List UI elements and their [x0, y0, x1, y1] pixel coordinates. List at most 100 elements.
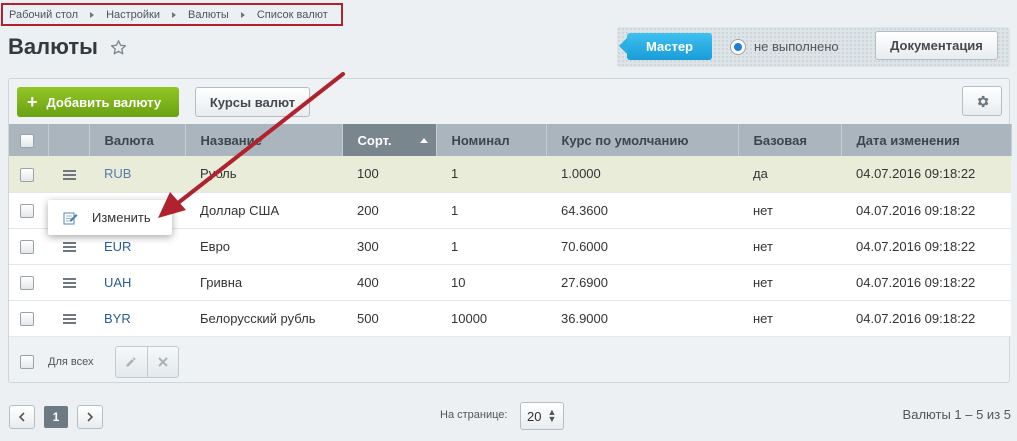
- wizard-panel: Мастер не выполнено Документация: [617, 27, 1010, 67]
- currency-rate: 27.6900: [546, 264, 738, 301]
- per-page-value: 20: [527, 408, 542, 424]
- table-header-row: Валюта Название Сорт. Номинал Курс по ум…: [9, 124, 1012, 156]
- currency-rates-button[interactable]: Курсы валют: [195, 87, 310, 117]
- breadcrumb-item-desktop[interactable]: Рабочий стол: [9, 9, 78, 21]
- currency-nominal: 10: [436, 264, 546, 301]
- currency-name: Рубль: [185, 156, 342, 193]
- close-icon: [158, 357, 168, 367]
- currency-nominal: 1: [436, 156, 546, 193]
- currency-name: Белорусский рубль: [185, 300, 342, 337]
- column-header-currency[interactable]: Валюта: [89, 124, 186, 156]
- select-all-checkbox[interactable]: [20, 133, 34, 148]
- grid-settings-button[interactable]: [962, 86, 1002, 116]
- currency-code[interactable]: BYR: [89, 300, 185, 337]
- pager-next-button[interactable]: [77, 405, 103, 429]
- row-menu-cell: [48, 300, 89, 337]
- currency-date: 04.07.2016 09:18:22: [841, 300, 1011, 337]
- per-page-label: На странице:: [440, 409, 508, 421]
- actions-column-header: [48, 124, 90, 156]
- currency-rate: 64.3600: [546, 192, 738, 229]
- row-checkbox[interactable]: [20, 239, 34, 254]
- pencil-icon: [126, 357, 136, 367]
- row-checkbox-cell: [9, 156, 48, 193]
- row-checkbox[interactable]: [20, 311, 34, 326]
- total-count: Валюты 1 – 5 из 5: [902, 407, 1011, 422]
- select-all-cell: [9, 124, 49, 156]
- pager-prev-button[interactable]: [9, 405, 35, 429]
- currency-base: да: [738, 156, 841, 193]
- currency-sort: 100: [342, 156, 436, 193]
- chevron-right-icon: [90, 11, 95, 18]
- column-header-date-modified[interactable]: Дата изменения: [841, 124, 1012, 156]
- per-page-select[interactable]: 20 ▲ ▼: [520, 402, 564, 430]
- table-row[interactable]: BYR Белорусский рубль 500 10000 36.9000 …: [9, 300, 1011, 337]
- menu-icon[interactable]: [63, 242, 76, 253]
- breadcrumb: Рабочий стол Настройки Валюты Список вал…: [1, 3, 343, 26]
- currency-rate: 36.9000: [546, 300, 738, 337]
- row-checkbox-cell: [9, 228, 48, 265]
- currency-base: нет: [738, 192, 841, 229]
- currency-base: нет: [738, 264, 841, 301]
- edit-icon: [63, 212, 78, 224]
- menu-icon[interactable]: [63, 314, 76, 325]
- currency-sort: 500: [342, 300, 436, 337]
- context-menu-edit[interactable]: Изменить: [92, 210, 151, 225]
- chevron-left-icon: [18, 412, 25, 422]
- column-header-sort[interactable]: Сорт.: [342, 124, 437, 156]
- currency-name: Гривна: [185, 264, 342, 301]
- breadcrumb-item-currency-list[interactable]: Список валют: [257, 9, 328, 21]
- chevron-right-icon: [172, 11, 176, 18]
- currency-rate: 1.0000: [546, 156, 738, 193]
- status-radio-icon: [730, 39, 746, 55]
- row-checkbox-cell: [9, 192, 48, 229]
- menu-icon[interactable]: [63, 169, 76, 180]
- chevron-right-icon: [87, 412, 94, 422]
- column-header-nominal[interactable]: Номинал: [436, 124, 547, 156]
- currency-base: нет: [738, 300, 841, 337]
- column-header-sort-label: Сорт.: [357, 132, 392, 148]
- column-header-name[interactable]: Название: [185, 124, 343, 156]
- group-actions-bar: Для всех: [9, 344, 1011, 382]
- table-row[interactable]: RUB Рубль 100 1 1.0000 да 04.07.2016 09:…: [9, 156, 1011, 193]
- currency-date: 04.07.2016 09:18:22: [841, 264, 1011, 301]
- add-currency-button[interactable]: + Добавить валюту: [17, 87, 179, 117]
- star-icon[interactable]: [110, 39, 127, 56]
- currency-sort: 400: [342, 264, 436, 301]
- currency-sort: 200: [342, 192, 436, 229]
- group-edit-button[interactable]: [116, 347, 148, 377]
- master-button[interactable]: Мастер: [619, 33, 712, 60]
- plus-icon: +: [27, 92, 38, 112]
- row-checkbox[interactable]: [20, 275, 34, 290]
- row-checkbox-cell: [9, 300, 48, 337]
- table-row[interactable]: UAH Гривна 400 10 27.6900 нет 04.07.2016…: [9, 264, 1011, 301]
- group-actions: [115, 346, 179, 378]
- for-all-checkbox[interactable]: [20, 355, 34, 369]
- updown-icon: ▲ ▼: [547, 406, 557, 424]
- currency-nominal: 10000: [436, 300, 546, 337]
- pager-current-page[interactable]: 1: [44, 406, 68, 428]
- currency-code[interactable]: RUB: [89, 156, 185, 193]
- add-currency-label: Добавить валюту: [46, 94, 162, 110]
- currency-sort: 300: [342, 228, 436, 265]
- currency-nominal: 1: [436, 192, 546, 229]
- currency-date: 04.07.2016 09:18:22: [841, 192, 1011, 229]
- gear-icon: [977, 95, 988, 107]
- row-menu-cell: [48, 264, 89, 301]
- currency-code[interactable]: UAH: [89, 264, 185, 301]
- row-checkbox[interactable]: [20, 167, 34, 182]
- documentation-button[interactable]: Документация: [875, 31, 998, 60]
- chevron-right-icon: [240, 11, 245, 18]
- breadcrumb-item-currencies[interactable]: Валюты: [188, 9, 229, 21]
- currency-date: 04.07.2016 09:18:22: [841, 156, 1011, 193]
- menu-icon[interactable]: [63, 278, 76, 289]
- group-delete-button[interactable]: [148, 347, 179, 377]
- sort-asc-icon: [419, 138, 428, 143]
- row-checkbox[interactable]: [20, 203, 34, 218]
- row-context-menu: Изменить: [48, 200, 172, 235]
- row-checkbox-cell: [9, 264, 48, 301]
- breadcrumb-item-settings[interactable]: Настройки: [106, 9, 160, 21]
- column-header-default-rate[interactable]: Курс по умолчанию: [546, 124, 739, 156]
- column-header-base[interactable]: Базовая: [738, 124, 842, 156]
- currency-nominal: 1: [436, 228, 546, 265]
- page-title: Валюты: [8, 34, 127, 60]
